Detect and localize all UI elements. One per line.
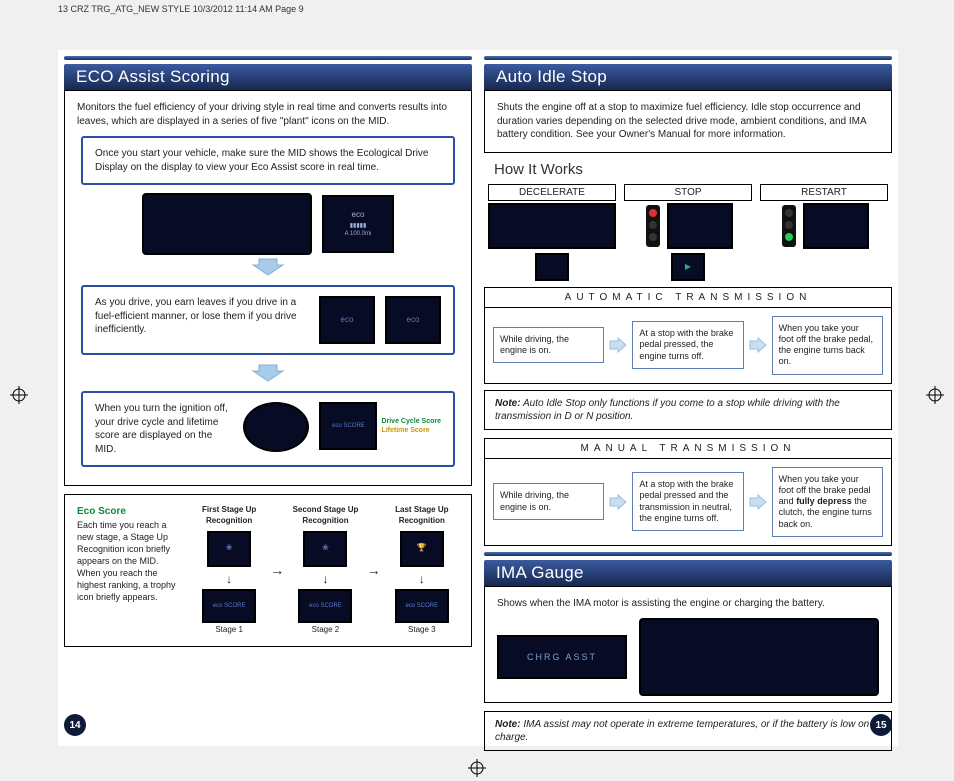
- auto-trans-heading: AUTOMATIC TRANSMISSION: [484, 287, 892, 307]
- section-title-eco: ECO Assist Scoring: [64, 64, 472, 90]
- callout-2-text: As you drive, you earn leaves if you dri…: [95, 296, 309, 337]
- tachometer-photo: [243, 402, 309, 452]
- lifetime-label: Lifetime Score: [381, 426, 441, 435]
- callout-2: As you drive, you earn leaves if you dri…: [81, 285, 455, 355]
- dashboard-photo: [142, 193, 312, 255]
- trans-cell: When you take your foot off the brake pe…: [772, 467, 883, 537]
- score-labels: Drive Cycle Score Lifetime Score: [381, 417, 441, 435]
- trans-cell: While driving, the engine is on.: [493, 327, 604, 364]
- trans-cell: At a stop with the brake pedal pressed a…: [632, 472, 743, 531]
- how-col: RESTART: [760, 184, 888, 281]
- note-text: IMA assist may not operate in extreme te…: [495, 719, 869, 743]
- eco-score-display: eco SCORE: [319, 402, 377, 450]
- ima-block: Shows when the IMA motor is assisting th…: [484, 586, 892, 704]
- note-auto: Note: Auto Idle Stop only functions if y…: [484, 390, 892, 430]
- top-rule: [64, 56, 472, 60]
- how-label: STOP: [624, 184, 752, 201]
- mid-eco-display: eco▮▮▮▮▮A 100.0mi: [322, 195, 394, 253]
- leaf-icon: ❀: [207, 531, 251, 567]
- stage-label: Stage 3: [385, 625, 459, 636]
- arrow-down-icon: [251, 363, 285, 383]
- mid-rule: [484, 552, 892, 556]
- page-number: 14: [64, 714, 86, 736]
- idle-intro: Shuts the engine off at a stop to maximi…: [484, 90, 892, 153]
- mid-icon: eco: [385, 296, 441, 344]
- speedo-icon: [535, 253, 569, 281]
- stage-col: First Stage Up Recognition ❀ ↓ eco SCORE…: [192, 505, 266, 636]
- eco-score-display: eco SCORE: [298, 589, 352, 623]
- idle-stop-icon: ▶: [671, 253, 705, 281]
- eco-score-heading: Eco Score: [77, 506, 126, 517]
- eco-score-display: eco SCORE: [395, 589, 449, 623]
- cluster-photo: [803, 203, 869, 249]
- trans-cell: When you take your foot off the brake pe…: [772, 316, 883, 375]
- section-title-idle: Auto Idle Stop: [484, 64, 892, 90]
- callout-3: When you turn the ignition off, your dri…: [81, 391, 455, 467]
- eco-score-body: Each time you reach a new stage, a Stage…: [77, 520, 176, 603]
- traffic-light-red-icon: [643, 203, 663, 249]
- stage-col: Last Stage Up Recognition 🏆 ↓ eco SCORE …: [385, 505, 459, 636]
- registration-mark-icon: [10, 386, 28, 404]
- mid-icon: eco: [319, 296, 375, 344]
- trans-cell: At a stop with the brake pedal pressed, …: [632, 321, 743, 369]
- page-14: ECO Assist Scoring Monitors the fuel eff…: [58, 50, 478, 746]
- arrow-right-icon: [608, 336, 628, 354]
- auto-trans-body: While driving, the engine is on. At a st…: [484, 307, 892, 384]
- cluster-photo-large: [639, 618, 879, 696]
- page-15: Auto Idle Stop Shuts the engine off at a…: [478, 50, 898, 746]
- eco-score-display: eco SCORE: [202, 589, 256, 623]
- how-label: RESTART: [760, 184, 888, 201]
- how-row: DECELERATE STOP ▶ RESTART: [488, 184, 888, 281]
- ima-display: CHRG ASST: [497, 635, 627, 679]
- how-it-works-heading: How It Works: [494, 161, 882, 178]
- stage-label: Stage 2: [288, 625, 362, 636]
- drive-cycle-label: Drive Cycle Score: [381, 417, 441, 426]
- callout-1-text: Once you start your vehicle, make sure t…: [95, 147, 441, 174]
- arrow-right-icon: [608, 493, 628, 511]
- eco-score-block: Eco Score Each time you reach a new stag…: [64, 494, 472, 647]
- stage-label: Stage 1: [192, 625, 266, 636]
- traffic-light-green-icon: [779, 203, 799, 249]
- top-rule: [484, 56, 892, 60]
- stage-cap: Second Stage Up Recognition: [288, 505, 362, 527]
- note-text: Auto Idle Stop only functions if you com…: [495, 398, 840, 422]
- trophy-icon: 🏆: [400, 531, 444, 567]
- ima-intro: Shows when the IMA motor is assisting th…: [497, 597, 879, 611]
- page-number: 15: [870, 714, 892, 736]
- arrow-down-icon: [251, 257, 285, 277]
- how-col: STOP ▶: [624, 184, 752, 281]
- cluster-photo: [667, 203, 733, 249]
- wreath-icon: ❀: [303, 531, 347, 567]
- manual-trans-heading: MANUAL TRANSMISSION: [484, 438, 892, 458]
- trans-cell: While driving, the engine is on.: [493, 483, 604, 520]
- stage-cap: First Stage Up Recognition: [192, 505, 266, 527]
- eco-score-text: Eco Score Each time you reach a new stag…: [77, 505, 184, 603]
- note-ima: Note: IMA assist may not operate in extr…: [484, 711, 892, 751]
- intro-text: Monitors the fuel efficiency of your dri…: [77, 101, 459, 128]
- cluster-photo: [488, 203, 616, 249]
- note-label: Note:: [495, 719, 521, 730]
- how-label: DECELERATE: [488, 184, 616, 201]
- note-label: Note:: [495, 398, 521, 409]
- print-header: 13 CRZ TRG_ATG_NEW STYLE 10/3/2012 11:14…: [58, 4, 304, 14]
- registration-mark-icon: [926, 386, 944, 404]
- manual-trans-body: While driving, the engine is on. At a st…: [484, 458, 892, 546]
- arrow-right-icon: [748, 493, 768, 511]
- section-title-ima: IMA Gauge: [484, 560, 892, 586]
- callout-3-text: When you turn the ignition off, your dri…: [95, 402, 233, 456]
- stage-cap: Last Stage Up Recognition: [385, 505, 459, 527]
- eco-intro: Monitors the fuel efficiency of your dri…: [64, 90, 472, 486]
- how-col: DECELERATE: [488, 184, 616, 281]
- callout-1: Once you start your vehicle, make sure t…: [81, 136, 455, 185]
- stage-col: Second Stage Up Recognition ❀ ↓ eco SCOR…: [288, 505, 362, 636]
- registration-mark-icon: [468, 759, 486, 777]
- arrow-right-icon: [748, 336, 768, 354]
